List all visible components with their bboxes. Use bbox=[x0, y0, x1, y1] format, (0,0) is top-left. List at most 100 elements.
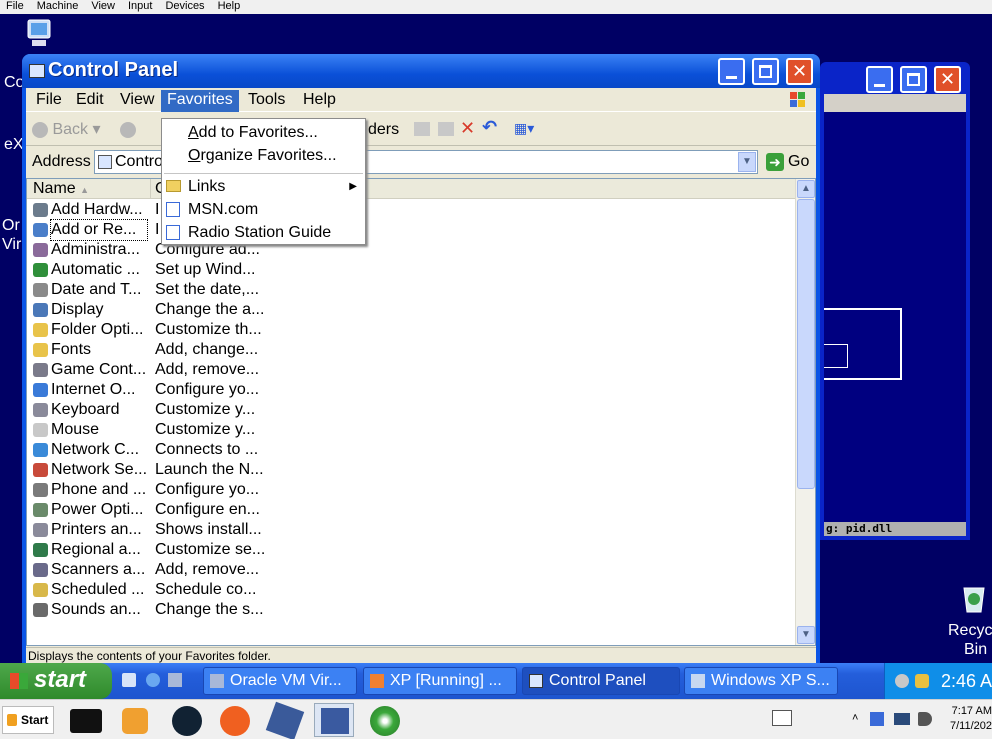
host-network-icon[interactable] bbox=[894, 713, 910, 725]
taskbar-xp-running[interactable]: XP [Running] ... bbox=[363, 667, 517, 695]
quicklaunch-virtualbox-icon[interactable] bbox=[168, 673, 182, 687]
guest-clock[interactable]: 2:46 A bbox=[941, 671, 992, 692]
host-media-app-icon[interactable] bbox=[116, 703, 156, 737]
my-computer-desktop-icon[interactable] bbox=[22, 18, 56, 50]
folders-button-label[interactable]: ders bbox=[368, 118, 399, 142]
background-minimize-button[interactable] bbox=[866, 66, 893, 93]
list-item[interactable]: Administra... Configure ad... bbox=[27, 240, 797, 260]
background-close-button[interactable]: ✕ bbox=[934, 66, 961, 93]
views-button[interactable]: ▦▾ bbox=[514, 120, 534, 137]
radio-station-guide-item[interactable]: Radio Station Guide bbox=[162, 221, 365, 244]
list-item[interactable]: Phone and ... Configure yo... bbox=[27, 480, 797, 500]
delete-icon[interactable]: ✕ bbox=[460, 118, 475, 139]
list-item[interactable]: Internet O... Configure yo... bbox=[27, 380, 797, 400]
scroll-thumb[interactable] bbox=[797, 199, 815, 489]
list-item[interactable]: Add Hardw... I bbox=[27, 200, 797, 220]
menu-edit[interactable]: Edit bbox=[70, 90, 110, 112]
list-item[interactable]: Printers an... Shows install... bbox=[27, 520, 797, 540]
control-panel-window[interactable]: Control Panel ✕ File Edit View Favorites… bbox=[22, 54, 820, 663]
background-maximize-button[interactable] bbox=[900, 66, 927, 93]
list-item[interactable]: Scheduled ... Schedule co... bbox=[27, 580, 797, 600]
forward-button[interactable] bbox=[120, 122, 136, 138]
recycle-bin-icon[interactable] bbox=[958, 584, 992, 614]
list-item[interactable]: Folder Opti... Customize th... bbox=[27, 320, 797, 340]
list-item[interactable]: Regional a... Customize se... bbox=[27, 540, 797, 560]
item-list[interactable]: Name ▲ C Add Hardw... I Add or Re... I Admin… bbox=[26, 178, 816, 646]
host-menu-machine[interactable]: Machine bbox=[31, 0, 86, 12]
copy-to-icon[interactable] bbox=[438, 122, 454, 136]
tray-security-icon[interactable] bbox=[915, 674, 929, 688]
move-to-icon[interactable] bbox=[414, 122, 430, 136]
host-menu-help[interactable]: Help bbox=[212, 0, 248, 12]
host-notes-icon[interactable] bbox=[772, 710, 792, 726]
list-item[interactable]: Mouse Customize y... bbox=[27, 420, 797, 440]
go-button[interactable]: ➜ Go bbox=[764, 150, 814, 174]
host-menu-devices[interactable]: Devices bbox=[159, 0, 211, 12]
host-menu-file[interactable]: File bbox=[0, 0, 31, 12]
host-volume-icon[interactable] bbox=[918, 712, 932, 726]
minimize-button[interactable] bbox=[718, 58, 745, 85]
list-item[interactable]: Keyboard Customize y... bbox=[27, 400, 797, 420]
desktop-label-vir[interactable]: Vir bbox=[2, 236, 21, 254]
host-tray-app-icon[interactable] bbox=[870, 712, 884, 726]
start-button[interactable]: start bbox=[0, 663, 112, 699]
taskbar-windows-xp-setup[interactable]: Windows XP S... bbox=[684, 667, 838, 695]
undo-icon[interactable]: ↶ bbox=[482, 117, 497, 138]
list-item[interactable]: Network Se... Launch the N... bbox=[27, 460, 797, 480]
menu-tools[interactable]: Tools bbox=[242, 90, 291, 112]
links-folder-item[interactable]: Links ▶ bbox=[162, 175, 365, 198]
tray-help-icon[interactable] bbox=[895, 674, 909, 688]
list-item[interactable]: Sounds an... Change the s... bbox=[27, 600, 797, 620]
scroll-down-button[interactable]: ▼ bbox=[797, 626, 815, 644]
menu-favorites[interactable]: Favorites bbox=[161, 90, 239, 112]
xp-vm-icon bbox=[321, 708, 349, 734]
desktop-label-or[interactable]: Or bbox=[2, 217, 20, 235]
host-terminal-app-icon[interactable] bbox=[66, 703, 106, 737]
close-button[interactable]: ✕ bbox=[786, 58, 813, 85]
scroll-up-button[interactable]: ▲ bbox=[797, 180, 815, 198]
quicklaunch-desktop-icon[interactable] bbox=[122, 673, 136, 687]
list-item[interactable]: Scanners a... Add, remove... bbox=[27, 560, 797, 580]
menu-help[interactable]: Help bbox=[297, 90, 342, 112]
vertical-scrollbar[interactable]: ▲ ▼ bbox=[795, 179, 815, 645]
taskbar-oracle-vm[interactable]: Oracle VM Vir... bbox=[203, 667, 357, 695]
host-menu-input[interactable]: Input bbox=[122, 0, 159, 12]
address-dropdown-button[interactable]: ▼ bbox=[738, 152, 756, 172]
list-item[interactable]: Network C... Connects to ... bbox=[27, 440, 797, 460]
host-virtualbox-app-icon[interactable] bbox=[265, 701, 306, 739]
host-globe-app-icon[interactable] bbox=[168, 703, 208, 737]
list-item[interactable]: Game Cont... Add, remove... bbox=[27, 360, 797, 380]
power-options-icon bbox=[33, 503, 48, 517]
menu-file[interactable]: File bbox=[30, 90, 68, 112]
taskbar-control-panel[interactable]: Control Panel bbox=[522, 667, 680, 695]
add-hardware-icon bbox=[33, 203, 48, 217]
item-name: Printers an... bbox=[51, 521, 142, 538]
host-xp-vm-app-icon[interactable] bbox=[314, 703, 354, 737]
maximize-button[interactable] bbox=[752, 58, 779, 85]
list-item[interactable]: Automatic ... Set up Wind... bbox=[27, 260, 797, 280]
virtualbox-icon bbox=[265, 701, 305, 739]
host-xp-logo-app-icon[interactable] bbox=[366, 703, 406, 737]
title-bar[interactable]: Control Panel ✕ bbox=[22, 54, 820, 88]
list-item[interactable]: Fonts Add, change... bbox=[27, 340, 797, 360]
host-firefox-app-icon[interactable] bbox=[216, 703, 256, 737]
host-tray-chevron-icon[interactable]: ˄ bbox=[852, 712, 858, 724]
organize-favorites-item[interactable]: Organize Favorites... bbox=[162, 144, 365, 167]
background-window[interactable]: g: pid.dll ✕ bbox=[820, 62, 970, 540]
add-to-favorites-item[interactable]: Add to Favorites... bbox=[162, 121, 365, 144]
list-item[interactable]: Power Opti... Configure en... bbox=[27, 500, 797, 520]
host-menu-view[interactable]: View bbox=[85, 0, 122, 12]
windows-logo-icon bbox=[788, 90, 808, 110]
host-start-button[interactable]: Start bbox=[2, 706, 54, 734]
column-name-header[interactable]: Name ▲ bbox=[27, 179, 151, 199]
msn-favorite-item[interactable]: MSN.com bbox=[162, 198, 365, 221]
list-item[interactable]: Add or Re... I bbox=[27, 219, 797, 241]
list-item[interactable]: Display Change the a... bbox=[27, 300, 797, 320]
address-label: Address bbox=[32, 153, 91, 170]
list-item[interactable]: Date and T... Set the date,... bbox=[27, 280, 797, 300]
back-button[interactable]: Back ▾ bbox=[32, 118, 101, 142]
host-clock[interactable]: 7:17 AM 7/11/202 bbox=[942, 704, 992, 734]
desktop-label-ex[interactable]: eX bbox=[4, 136, 24, 154]
quicklaunch-ie-icon[interactable] bbox=[146, 673, 160, 687]
menu-view[interactable]: View bbox=[114, 90, 160, 112]
